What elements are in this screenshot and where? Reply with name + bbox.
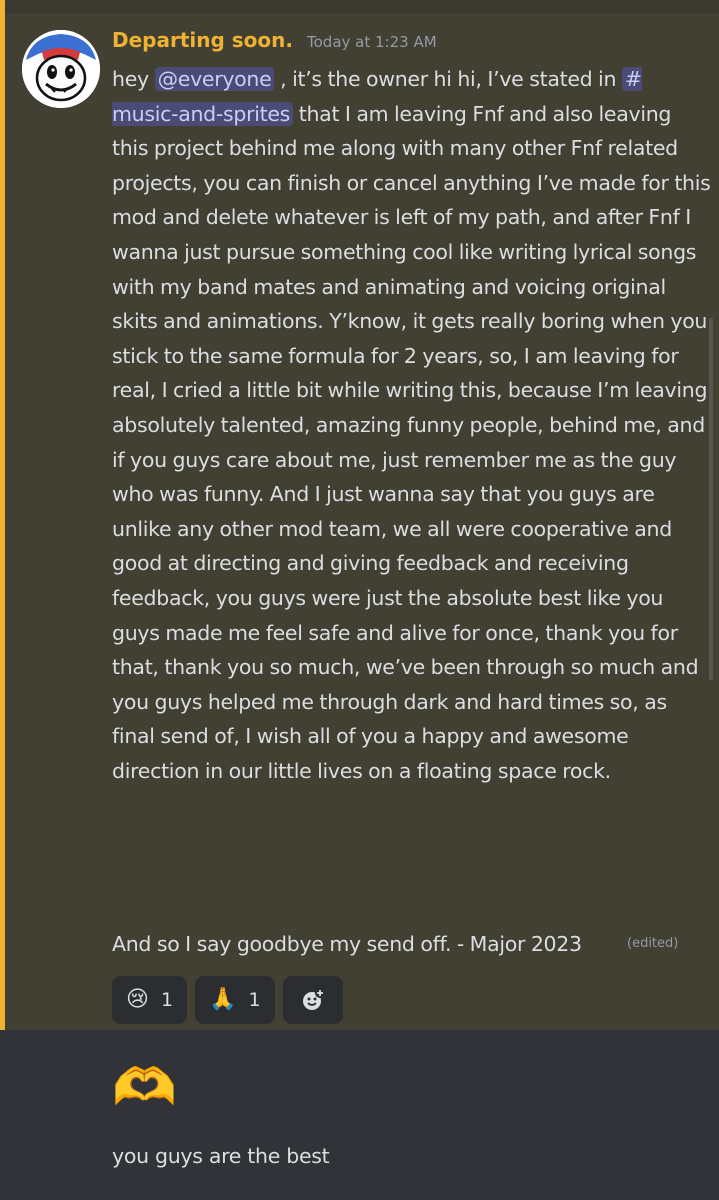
reaction-crying[interactable]: 😢 1	[112, 976, 188, 1024]
timestamp[interactable]: Today at 1:23 AM	[307, 33, 437, 51]
followup-message: you guys are the best	[112, 1144, 330, 1168]
add-reaction-icon	[302, 988, 325, 1010]
reaction-count: 1	[248, 989, 261, 1011]
add-reaction-button[interactable]	[282, 976, 343, 1024]
message-text-part: that I am leaving Fnf and also leaving t…	[112, 101, 711, 783]
previous-message-edge	[5, 0, 719, 14]
reactions-bar: 😢 1 🙏 1	[112, 976, 343, 1024]
message-body: hey @everyone , it’s the owner hi hi, I’…	[112, 62, 712, 788]
message-final-line: And so I say goodbye my send off. - Majo…	[112, 932, 582, 956]
crying-face-icon: 😢	[126, 987, 149, 1012]
scrollbar-thumb[interactable]	[709, 318, 713, 680]
avatar-face-icon	[22, 30, 100, 108]
message-text-part: hey	[112, 67, 155, 91]
everyone-mention[interactable]: @everyone	[154, 67, 275, 91]
heart-hands-emoji: 🫶	[112, 1058, 177, 1118]
chat-view: Departing soon. Today at 1:23 AM hey @ev…	[0, 0, 719, 1200]
reaction-pray[interactable]: 🙏 1	[195, 976, 275, 1024]
username[interactable]: Departing soon.	[112, 28, 293, 52]
edited-label[interactable]: (edited)	[627, 936, 678, 951]
reaction-count: 1	[160, 989, 174, 1011]
avatar[interactable]	[22, 30, 100, 108]
mention-highlight-bar	[0, 0, 5, 1030]
message-text-part: , it’s the owner hi hi, I’ve stated in	[274, 67, 622, 91]
message-header: Departing soon. Today at 1:23 AM	[112, 28, 437, 60]
folded-hands-icon: 🙏	[209, 987, 237, 1012]
